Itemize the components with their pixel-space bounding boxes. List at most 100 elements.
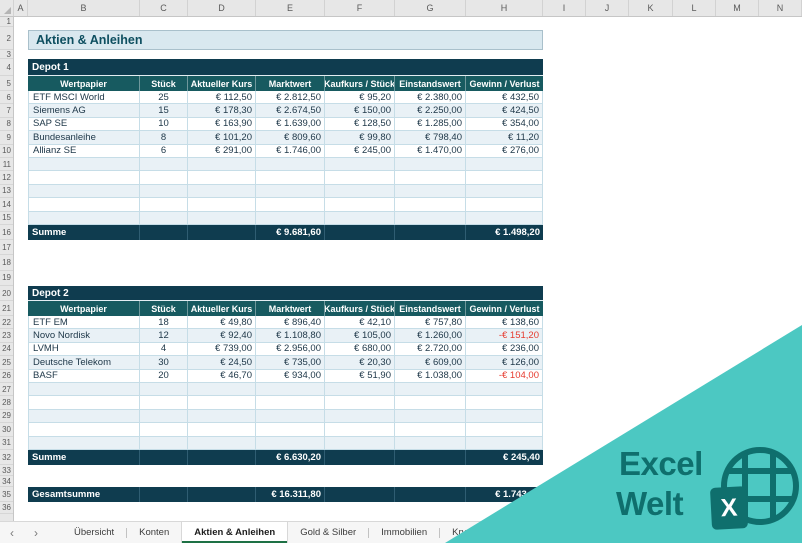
cell[interactable] — [256, 423, 325, 437]
cell[interactable]: € 20,30 — [325, 356, 395, 370]
row-header-12[interactable]: 12 — [0, 171, 13, 185]
summe-cell[interactable] — [395, 449, 466, 465]
cell[interactable]: € 101,20 — [188, 131, 256, 145]
cell[interactable]: 8 — [140, 131, 188, 145]
cell[interactable]: 6 — [140, 144, 188, 158]
summe-cell[interactable]: € 1.498,20 — [466, 225, 543, 240]
gesamtsumme-cell[interactable] — [325, 487, 395, 502]
cell[interactable] — [140, 423, 188, 437]
cell[interactable] — [466, 396, 543, 410]
cell[interactable] — [325, 436, 395, 450]
cell[interactable] — [28, 184, 140, 199]
column-header-M[interactable]: M — [716, 0, 759, 16]
summe-cell[interactable]: Summe — [28, 224, 140, 240]
cell[interactable] — [28, 382, 140, 397]
row-header-28[interactable]: 28 — [0, 396, 13, 410]
row-header-1[interactable]: 1 — [0, 17, 13, 27]
cell[interactable]: € 432,50 — [466, 91, 543, 105]
cell[interactable] — [256, 409, 325, 424]
cell[interactable]: € 112,50 — [188, 91, 256, 105]
summe-cell[interactable]: € 6.630,20 — [256, 449, 325, 465]
cell[interactable]: € 128,50 — [325, 117, 395, 132]
column-header-I[interactable]: I — [543, 0, 586, 16]
column-header-G[interactable]: G — [395, 0, 466, 16]
cell[interactable] — [188, 382, 256, 397]
cell[interactable]: € 2.250,00 — [395, 104, 466, 118]
cell[interactable]: € 1.639,00 — [256, 117, 325, 132]
summe-cell[interactable] — [140, 449, 188, 465]
cell[interactable] — [140, 436, 188, 450]
table-column-header[interactable]: Einstandswert — [395, 76, 466, 91]
row-header-25[interactable]: 25 — [0, 356, 13, 370]
cell[interactable]: € 51,90 — [325, 369, 395, 383]
select-all-corner[interactable] — [0, 0, 14, 16]
cell[interactable] — [188, 211, 256, 225]
cell[interactable] — [188, 423, 256, 437]
cell[interactable] — [140, 198, 188, 212]
cell[interactable]: 4 — [140, 342, 188, 357]
summe-cell[interactable] — [188, 224, 256, 240]
column-header-B[interactable]: B — [28, 0, 140, 16]
table-column-header[interactable]: Einstandswert — [395, 301, 466, 316]
cell[interactable] — [140, 382, 188, 397]
cell[interactable] — [395, 396, 466, 410]
cell[interactable]: € 1.038,00 — [395, 369, 466, 383]
cell[interactable] — [188, 171, 256, 185]
row-header-11[interactable]: 11 — [0, 158, 13, 172]
cell[interactable] — [256, 396, 325, 410]
cell[interactable] — [188, 396, 256, 410]
cell[interactable]: € 276,00 — [466, 144, 543, 158]
cell[interactable] — [188, 409, 256, 424]
table-column-header[interactable]: Aktueller Kurs — [188, 76, 256, 91]
sheet-tab-gold-silber[interactable]: Gold & Silber — [288, 522, 368, 543]
cell[interactable]: 20 — [140, 369, 188, 383]
table-column-header[interactable]: Gewinn / Verlust — [466, 301, 543, 316]
column-header-H[interactable]: H — [466, 0, 543, 16]
cell[interactable] — [466, 184, 543, 199]
column-header-J[interactable]: J — [586, 0, 629, 16]
column-header-K[interactable]: K — [629, 0, 673, 16]
cell[interactable]: ETF MSCI World — [28, 91, 140, 105]
cell[interactable] — [395, 211, 466, 225]
summe-cell[interactable]: € 9.681,60 — [256, 224, 325, 240]
cell[interactable]: -€ 151,20 — [466, 329, 543, 343]
cell[interactable]: € 236,00 — [466, 342, 543, 357]
cell[interactable] — [140, 409, 188, 424]
cell[interactable]: € 2.812,50 — [256, 91, 325, 105]
row-header-30[interactable]: 30 — [0, 423, 13, 437]
cell[interactable] — [140, 396, 188, 410]
row-header-19[interactable]: 19 — [0, 271, 13, 286]
gesamtsumme-cell[interactable] — [395, 487, 466, 502]
cell[interactable] — [28, 436, 140, 450]
cell[interactable] — [395, 409, 466, 424]
cell[interactable] — [395, 198, 466, 212]
gesamtsumme-cell[interactable]: Gesamtsumme — [28, 487, 140, 502]
cell[interactable]: € 2.720,00 — [395, 342, 466, 357]
cell[interactable] — [325, 382, 395, 397]
cell[interactable]: € 46,70 — [188, 369, 256, 383]
table-column-header[interactable]: Marktwert — [256, 301, 325, 316]
sheet-title-cell[interactable]: Aktien & Anleihen — [28, 30, 543, 50]
cell[interactable] — [466, 171, 543, 185]
cell[interactable] — [395, 171, 466, 185]
summe-cell[interactable] — [325, 224, 395, 240]
row-header-22[interactable]: 22 — [0, 316, 13, 330]
row-header-27[interactable]: 27 — [0, 383, 13, 397]
row-header-31[interactable]: 31 — [0, 437, 13, 450]
row-header-20[interactable]: 20 — [0, 286, 13, 301]
cell[interactable] — [140, 157, 188, 172]
cell[interactable]: € 42,10 — [325, 316, 395, 330]
row-header-4[interactable]: 4 — [0, 59, 13, 76]
cell[interactable]: 30 — [140, 356, 188, 370]
row-header-34[interactable]: 34 — [0, 476, 13, 487]
row-header-10[interactable]: 10 — [0, 145, 13, 158]
cell[interactable]: € 2.380,00 — [395, 91, 466, 105]
cell[interactable] — [466, 211, 543, 225]
row-header-32[interactable]: 32 — [0, 450, 13, 465]
cell[interactable] — [140, 171, 188, 185]
cell[interactable]: € 245,00 — [325, 144, 395, 158]
cell[interactable]: ETF EM — [28, 316, 140, 330]
sheet-tab-konten[interactable]: Konten — [127, 522, 181, 543]
table-column-header[interactable]: Stück — [140, 76, 188, 91]
row-header-33[interactable]: 33 — [0, 465, 13, 476]
